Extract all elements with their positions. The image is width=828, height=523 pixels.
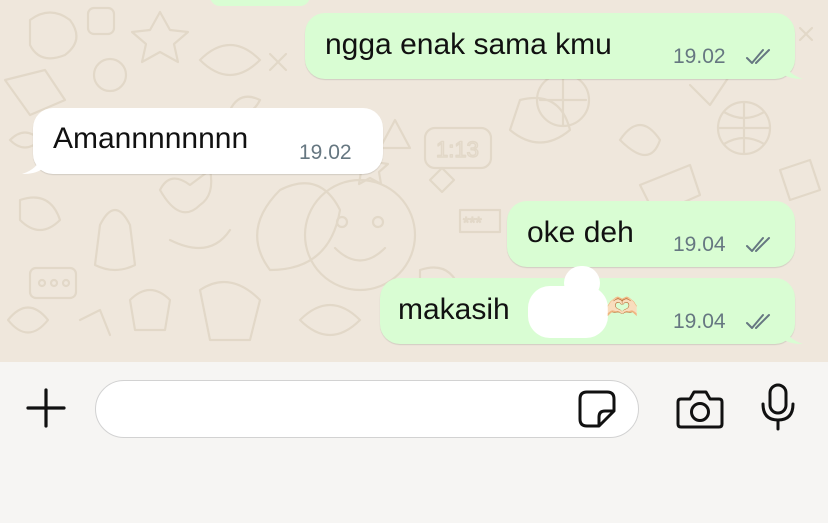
message-time: 19.02 — [673, 45, 726, 68]
message-list[interactable]: 1:13 *** ngga enak sama kmu 19.02 Amannn… — [0, 0, 828, 362]
message-bubble-incoming[interactable]: Amannnnnnnn 19.02 — [33, 108, 383, 174]
message-bubble-outgoing[interactable]: makasih 🫶🏻 19.04 — [380, 266, 795, 344]
double-check-icon — [746, 237, 770, 252]
previous-bubble-edge — [210, 0, 310, 6]
message-text: ngga enak sama kmu — [325, 28, 612, 61]
double-check-icon — [746, 49, 770, 64]
message-text: Amannnnnnnn — [53, 122, 249, 155]
camera-icon[interactable] — [676, 388, 724, 430]
chat-screen: 1:13 *** ngga enak sama kmu 19.02 Amannn… — [0, 0, 828, 523]
message-time: 19.04 — [673, 233, 726, 256]
message-time: 19.04 — [673, 310, 726, 333]
sticker-icon[interactable] — [577, 389, 617, 429]
plus-icon[interactable] — [24, 386, 68, 430]
message-time: 19.02 — [299, 141, 352, 164]
microphone-icon[interactable] — [758, 382, 798, 432]
bubble-tail-outgoing — [783, 60, 803, 79]
redaction-blot — [564, 266, 600, 300]
double-check-icon — [746, 314, 770, 329]
message-bubble-outgoing[interactable]: ngga enak sama kmu 19.02 — [305, 13, 795, 79]
message-emoji: 🫶🏻 — [606, 292, 639, 322]
message-text: makasih — [398, 293, 510, 326]
svg-text:1:13: 1:13 — [436, 137, 479, 162]
message-text: oke deh — [527, 216, 634, 249]
bubble-tail-incoming — [22, 155, 42, 174]
message-input[interactable] — [95, 380, 639, 438]
bubble-tail-outgoing — [783, 325, 803, 344]
message-bubble-outgoing[interactable]: oke deh 19.04 — [507, 201, 795, 267]
svg-text:***: *** — [463, 215, 482, 232]
